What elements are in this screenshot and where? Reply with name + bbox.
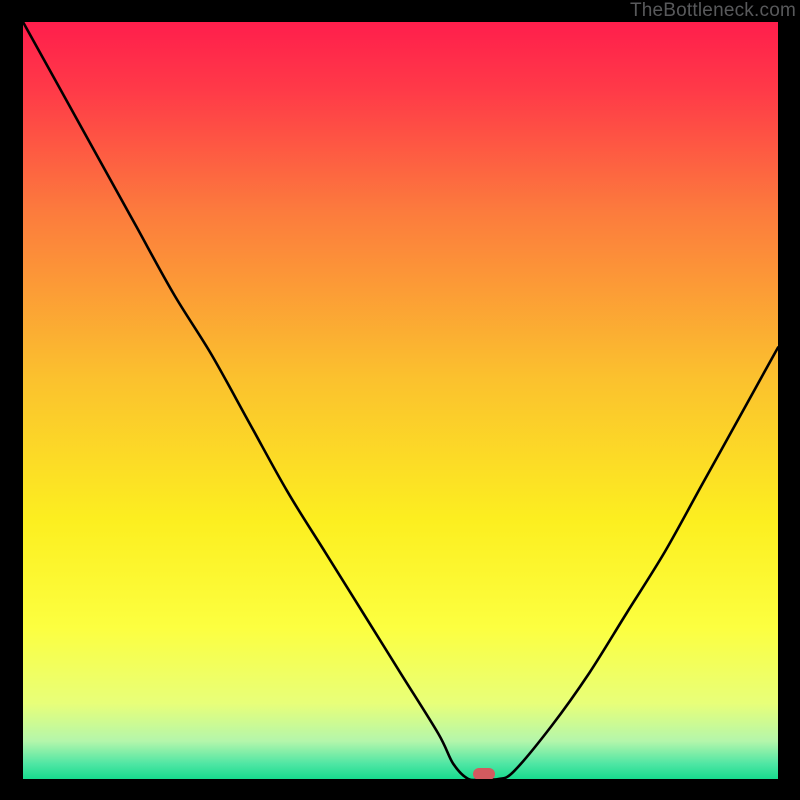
watermark-text: TheBottleneck.com	[630, 0, 796, 22]
plot-area	[23, 22, 778, 779]
bottleneck-curve	[23, 22, 778, 779]
chart-frame: TheBottleneck.com	[0, 0, 800, 800]
optimum-marker	[473, 768, 495, 779]
